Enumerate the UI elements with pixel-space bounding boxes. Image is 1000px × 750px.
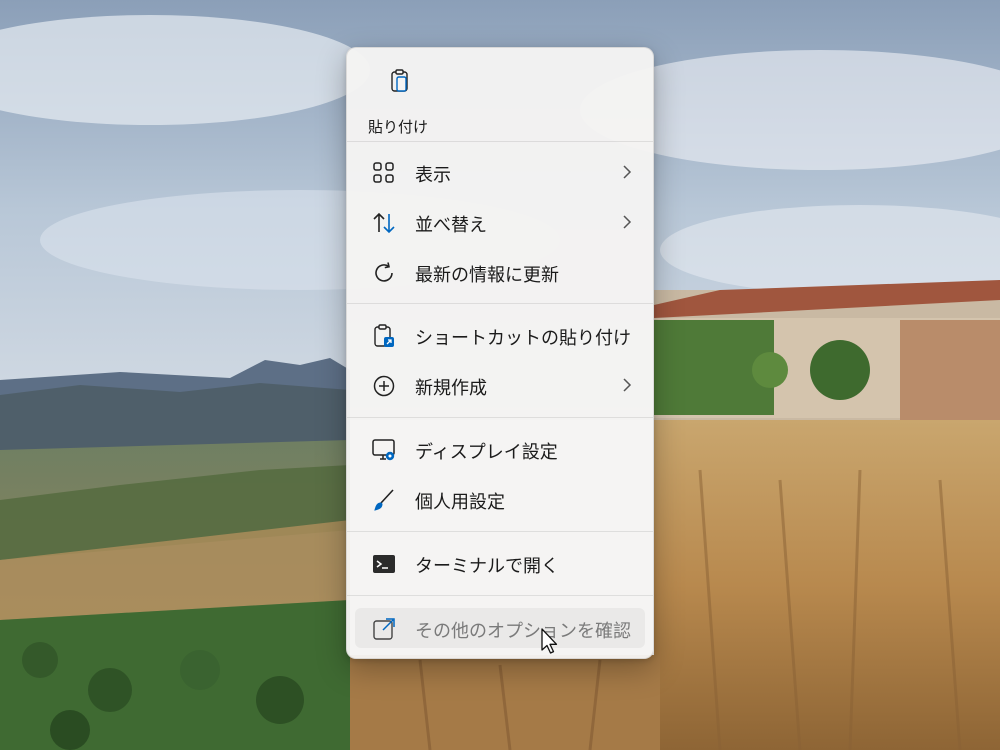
desktop-context-menu: 貼り付け 表示 並べ替え 最新の情報に更新 ショートカットの貼り付け 新規作成 … bbox=[346, 47, 654, 659]
grid-icon bbox=[373, 162, 394, 183]
menu-item-sort[interactable]: 並べ替え bbox=[355, 202, 645, 242]
menu-item-label: 表示 bbox=[415, 165, 451, 186]
menu-item-label: ショートカットの貼り付け bbox=[415, 328, 631, 349]
mouse-pointer-icon bbox=[541, 628, 558, 654]
menu-item-display-settings[interactable]: ディスプレイ設定 bbox=[355, 429, 645, 469]
chevron-right-icon bbox=[623, 215, 632, 229]
menu-item-new[interactable]: 新規作成 bbox=[355, 365, 645, 405]
menu-item-paste-shortcut[interactable]: ショートカットの貼り付け bbox=[355, 315, 645, 355]
menu-item-label: 新規作成 bbox=[415, 378, 487, 399]
sort-arrows-icon bbox=[373, 212, 395, 234]
menu-item-open-terminal[interactable]: ターミナルで開く bbox=[355, 543, 645, 583]
refresh-icon bbox=[375, 262, 393, 282]
menu-item-refresh[interactable]: 最新の情報に更新 bbox=[355, 252, 645, 292]
menu-item-label: 最新の情報に更新 bbox=[415, 265, 559, 286]
menu-item-personalize[interactable]: 個人用設定 bbox=[355, 479, 645, 519]
brush-icon bbox=[374, 489, 394, 511]
menu-item-view[interactable]: 表示 bbox=[355, 152, 645, 192]
plus-circle-icon bbox=[373, 375, 395, 397]
menu-item-show-more-options[interactable]: その他のオプションを確認 bbox=[355, 608, 645, 648]
menu-item-label: 個人用設定 bbox=[415, 492, 505, 513]
menu-separator bbox=[347, 303, 653, 304]
menu-item-label: ターミナルで開く bbox=[415, 556, 559, 577]
paste-label: 貼り付け bbox=[368, 118, 429, 136]
clipboard-icon bbox=[391, 69, 408, 92]
paste-shortcut-icon bbox=[374, 324, 394, 347]
paste-button[interactable]: 貼り付け bbox=[355, 58, 439, 138]
menu-separator bbox=[347, 141, 653, 142]
menu-separator bbox=[347, 531, 653, 532]
menu-item-label: 並べ替え bbox=[415, 215, 487, 236]
menu-separator bbox=[347, 595, 653, 596]
display-settings-icon bbox=[372, 439, 395, 461]
terminal-icon bbox=[373, 555, 395, 573]
menu-item-label: ディスプレイ設定 bbox=[415, 442, 558, 463]
menu-item-label: その他のオプションを確認 bbox=[415, 621, 631, 642]
chevron-right-icon bbox=[623, 378, 632, 392]
external-options-icon bbox=[373, 618, 395, 640]
menu-separator bbox=[347, 417, 653, 418]
chevron-right-icon bbox=[623, 165, 632, 179]
